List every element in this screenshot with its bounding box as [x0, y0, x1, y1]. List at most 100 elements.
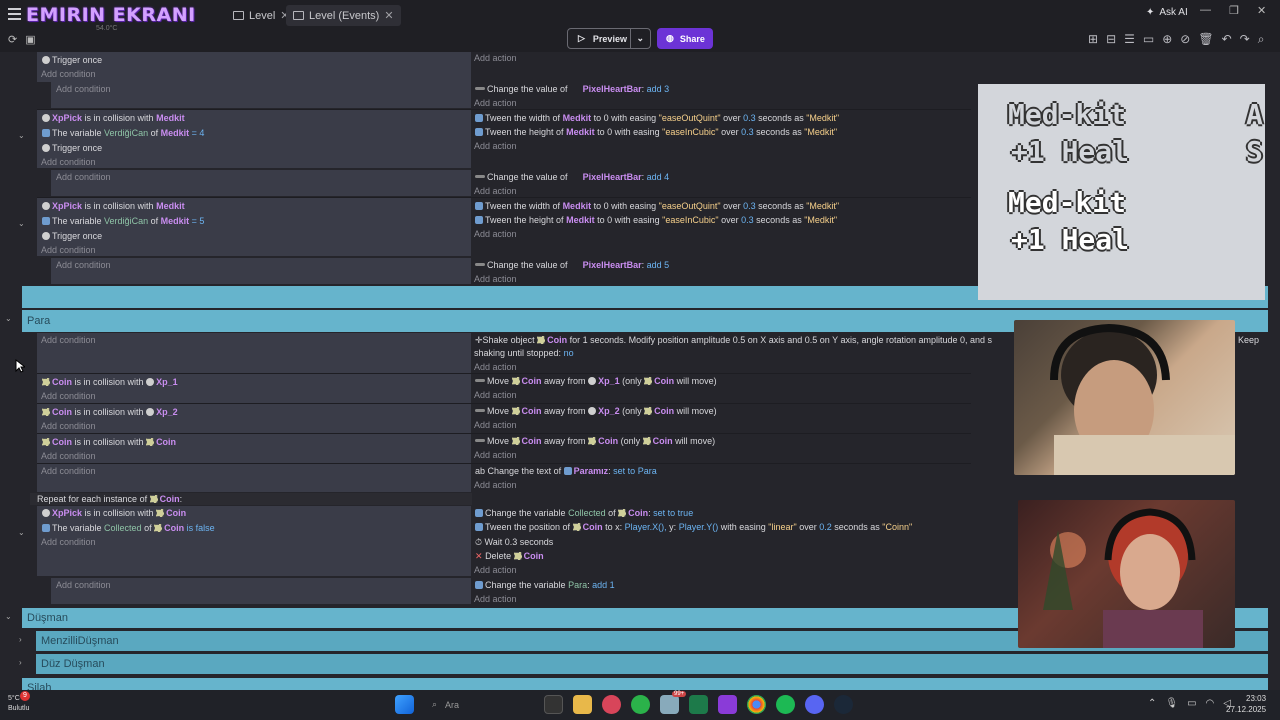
collision-condition[interactable]: Coin is in collision with Xp_2	[42, 406, 178, 418]
change-value-action[interactable]: Change the value of PixelHeartBar: add 5	[475, 259, 669, 271]
minimize-icon[interactable]: —	[1200, 4, 1211, 16]
chrome-icon[interactable]	[747, 695, 766, 714]
add-condition-link[interactable]: Add condition	[56, 83, 111, 95]
add-group-icon[interactable]: ☰	[1124, 32, 1135, 47]
collision-condition[interactable]: XpPick is in collision with Medkit	[42, 112, 185, 124]
opera-icon[interactable]	[602, 695, 621, 714]
move-away-action[interactable]: Move Coin away from Xp_1 (only Coin will…	[475, 375, 717, 387]
wait-action[interactable]: ⏱ Wait 0.3 seconds	[475, 536, 553, 548]
window-close-icon[interactable]: ✕	[1257, 4, 1266, 17]
change-variable-action[interactable]: Change the variable Para: add 1	[475, 579, 615, 591]
hamburger-menu-icon[interactable]	[8, 8, 21, 20]
add-action-link[interactable]: Add action	[474, 449, 517, 461]
trigger-once-condition[interactable]: Trigger once	[42, 142, 102, 154]
group-duz-dusman[interactable]: Düz Düşman	[36, 654, 1268, 674]
delete-action[interactable]: ✕ Delete Coin	[475, 550, 544, 562]
event-conditions[interactable]	[37, 464, 471, 492]
clock[interactable]: 23:03 27.12.2025	[1226, 693, 1266, 715]
add-action-link[interactable]: Add action	[474, 593, 517, 605]
tween-height-action[interactable]: Tween the height of Medkit to 0 with eas…	[475, 126, 837, 138]
change-variable-action[interactable]: Change the variable Collected of Coin: s…	[475, 507, 693, 519]
tween-width-action[interactable]: Tween the width of Medkit to 0 with easi…	[475, 112, 839, 124]
add-action-link[interactable]: Add action	[474, 273, 517, 285]
delete-icon[interactable]: 🗑	[1198, 32, 1213, 47]
add-action-link[interactable]: Add action	[474, 52, 517, 64]
chevron-up-icon[interactable]: ⌃	[1148, 698, 1156, 709]
add-other-icon[interactable]: ⊕	[1162, 32, 1172, 47]
tween-position-action[interactable]: Tween the position of Coin to x: Player.…	[475, 521, 912, 533]
discord-icon[interactable]	[805, 695, 824, 714]
shake-action[interactable]: ✛Shake object Coin for 1 seconds. Modify…	[475, 334, 992, 346]
sub-event-conditions[interactable]	[51, 578, 471, 604]
steam-icon[interactable]	[834, 695, 853, 714]
app-icon[interactable]	[660, 695, 679, 714]
app-icon[interactable]	[689, 695, 708, 714]
search-icon[interactable]: ⌕	[1258, 32, 1265, 47]
undo-icon[interactable]: ↶	[1222, 32, 1232, 47]
tab-level-events[interactable]: Level (Events) ✕	[286, 5, 401, 26]
add-condition-link[interactable]: Add condition	[41, 390, 96, 402]
refresh-icon[interactable]: ⟳	[8, 33, 17, 46]
add-action-link[interactable]: Add action	[474, 564, 517, 576]
preview-button[interactable]: ▷ Preview ⌄	[567, 28, 651, 49]
add-action-link[interactable]: Add action	[474, 97, 517, 109]
add-condition-link[interactable]: Add condition	[56, 579, 111, 591]
add-action-link[interactable]: Add action	[474, 361, 517, 373]
tween-height-action[interactable]: Tween the height of Medkit to 0 with eas…	[475, 214, 837, 226]
add-condition-link[interactable]: Add condition	[41, 156, 96, 168]
maximize-icon[interactable]: ❐	[1229, 4, 1239, 17]
trigger-once-condition[interactable]: Trigger once	[42, 230, 102, 242]
change-text-action[interactable]: ab Change the text of Paramız: set to Pa…	[475, 465, 657, 477]
move-away-action[interactable]: Move Coin away from Coin (only Coin will…	[475, 435, 715, 447]
chevron-down-icon[interactable]: ⌄	[631, 33, 650, 44]
taskbar-search[interactable]: ⌕ Ara	[424, 695, 534, 714]
task-view-icon[interactable]	[544, 695, 563, 714]
chevron-down-icon[interactable]: ⌄	[5, 314, 12, 323]
add-event-icon[interactable]: ⊞	[1088, 32, 1098, 47]
gdevelop-icon[interactable]	[718, 695, 737, 714]
sub-event-conditions[interactable]	[51, 170, 471, 196]
chevron-down-icon[interactable]: ⌄	[18, 131, 25, 140]
redo-icon[interactable]: ↷	[1240, 32, 1250, 47]
network-icon[interactable]: ◠	[1206, 698, 1215, 709]
add-condition-link[interactable]: Add condition	[41, 334, 96, 346]
collision-condition[interactable]: Coin is in collision with Coin	[42, 436, 176, 448]
chevron-down-icon[interactable]: ⌄	[18, 528, 25, 537]
add-condition-link[interactable]: Add condition	[41, 244, 96, 256]
change-value-action[interactable]: Change the value of PixelHeartBar: add 4	[475, 171, 669, 183]
add-action-link[interactable]: Add action	[474, 140, 517, 152]
toggle-disabled-icon[interactable]: ⊘	[1180, 32, 1190, 47]
chevron-down-icon[interactable]: ⌄	[18, 219, 25, 228]
add-action-link[interactable]: Add action	[474, 228, 517, 240]
sub-event-conditions[interactable]	[51, 82, 471, 108]
collision-condition[interactable]: XpPick is in collision with Coin	[42, 507, 186, 519]
chevron-right-icon[interactable]: ›	[19, 635, 22, 644]
variable-condition[interactable]: The variable Collected of Coin is false	[42, 522, 215, 534]
ask-ai-button[interactable]: ✦ Ask AI	[1146, 7, 1188, 18]
add-action-link[interactable]: Add action	[474, 479, 517, 491]
event-conditions[interactable]	[37, 333, 471, 373]
collision-condition[interactable]: Coin is in collision with Xp_1	[42, 376, 178, 388]
microphone-icon[interactable]: 🎙	[1165, 698, 1178, 709]
windows-start-icon[interactable]	[395, 695, 414, 714]
add-subevent-icon[interactable]: ⊟	[1106, 32, 1116, 47]
add-condition-link[interactable]: Add condition	[41, 536, 96, 548]
variable-condition[interactable]: The variable VerdiğiCan of Medkit = 4	[42, 127, 204, 139]
add-action-link[interactable]: Add action	[474, 185, 517, 197]
save-icon[interactable]: ▣	[25, 33, 35, 46]
add-comment-icon[interactable]: ▭	[1143, 32, 1154, 47]
file-explorer-icon[interactable]	[573, 695, 592, 714]
add-action-link[interactable]: Add action	[474, 389, 517, 401]
add-condition-link[interactable]: Add condition	[41, 465, 96, 477]
add-action-link[interactable]: Add action	[474, 419, 517, 431]
move-away-action[interactable]: Move Coin away from Xp_2 (only Coin will…	[475, 405, 717, 417]
chevron-down-icon[interactable]: ⌄	[5, 612, 12, 621]
collision-condition[interactable]: XpPick is in collision with Medkit	[42, 200, 185, 212]
variable-condition[interactable]: The variable VerdiğiCan of Medkit = 5	[42, 215, 204, 227]
tween-width-action[interactable]: Tween the width of Medkit to 0 with easi…	[475, 200, 839, 212]
trigger-once-condition[interactable]: Trigger once	[42, 54, 102, 66]
add-condition-link[interactable]: Add condition	[56, 259, 111, 271]
add-condition-link[interactable]: Add condition	[41, 68, 96, 80]
add-condition-link[interactable]: Add condition	[56, 171, 111, 183]
add-condition-link[interactable]: Add condition	[41, 450, 96, 462]
